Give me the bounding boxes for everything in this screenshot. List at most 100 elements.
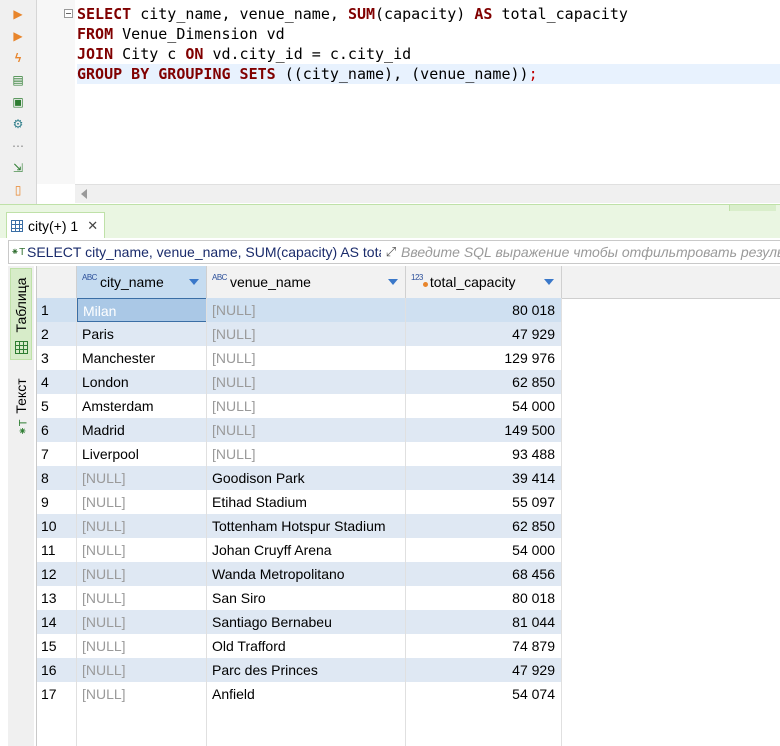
filter-query-text[interactable]: SELECT city_name, venue_name, SUM(capaci…: [27, 244, 381, 260]
results-grid[interactable]: ABC city_name ABC venue_name 123 total_capaci…: [36, 266, 780, 746]
scroll-left-icon[interactable]: [81, 189, 87, 199]
table-cell[interactable]: [NULL]: [77, 634, 207, 658]
row-number-cell[interactable]: 13: [37, 586, 77, 610]
table-row[interactable]: 15 [NULL] Old Trafford 74 879: [37, 634, 780, 658]
table-cell[interactable]: [NULL]: [207, 394, 406, 418]
row-number-cell[interactable]: 10: [37, 514, 77, 538]
row-number-cell[interactable]: 15: [37, 634, 77, 658]
table-cell[interactable]: [NULL]: [207, 298, 406, 322]
table-cell[interactable]: 93 488: [406, 442, 562, 466]
tab-results[interactable]: city(+) 1 ✕: [6, 212, 106, 238]
settings-icon[interactable]: ⚙: [10, 116, 26, 132]
tab-table-view[interactable]: Таблица: [10, 268, 32, 360]
row-number-cell[interactable]: 16: [37, 658, 77, 682]
editor-horizontal-scrollbar[interactable]: [75, 184, 780, 203]
table-cell[interactable]: 54 074: [406, 682, 562, 706]
table-cell[interactable]: [NULL]: [77, 682, 207, 706]
table-cell[interactable]: 129 976: [406, 346, 562, 370]
filter-icon[interactable]: ⁕T: [9, 247, 27, 258]
table-row[interactable]: 1 Milan [NULL] 80 018: [37, 298, 780, 322]
table-cell[interactable]: 47 929: [406, 658, 562, 682]
table-row[interactable]: 17 [NULL] Anfield 54 074: [37, 682, 780, 706]
table-cell[interactable]: 54 000: [406, 538, 562, 562]
table-cell[interactable]: 62 850: [406, 370, 562, 394]
code-line[interactable]: FROM Venue_Dimension vd: [77, 24, 780, 44]
table-row[interactable]: 14 [NULL] Santiago Bernabeu 81 044: [37, 610, 780, 634]
table-cell[interactable]: 47 929: [406, 322, 562, 346]
table-cell[interactable]: [NULL]: [77, 658, 207, 682]
table-row[interactable]: 4 London [NULL] 62 850: [37, 370, 780, 394]
table-cell[interactable]: Wanda Metropolitano: [207, 562, 406, 586]
table-cell[interactable]: Johan Cruyff Arena: [207, 538, 406, 562]
row-number-cell[interactable]: 2: [37, 322, 77, 346]
table-cell[interactable]: [NULL]: [77, 562, 207, 586]
filter-bar[interactable]: ⁕T SELECT city_name, venue_name, SUM(cap…: [8, 240, 780, 264]
table-cell[interactable]: 80 018: [406, 298, 562, 322]
new-script-icon[interactable]: ▯: [10, 182, 26, 198]
row-number-cell[interactable]: 4: [37, 370, 77, 394]
table-cell[interactable]: 81 044: [406, 610, 562, 634]
table-row[interactable]: 13 [NULL] San Siro 80 018: [37, 586, 780, 610]
execute-script-icon[interactable]: ▶: [10, 28, 26, 44]
table-row[interactable]: 8 [NULL] Goodison Park 39 414: [37, 466, 780, 490]
table-cell[interactable]: 74 879: [406, 634, 562, 658]
row-number-cell[interactable]: 7: [37, 442, 77, 466]
table-cell[interactable]: [NULL]: [207, 322, 406, 346]
table-cell[interactable]: 68 456: [406, 562, 562, 586]
table-cell[interactable]: [NULL]: [207, 442, 406, 466]
table-cell[interactable]: [NULL]: [207, 418, 406, 442]
table-row[interactable]: 10 [NULL] Tottenham Hotspur Stadium 62 850: [37, 514, 780, 538]
row-number-cell[interactable]: 6: [37, 418, 77, 442]
table-cell[interactable]: Etihad Stadium: [207, 490, 406, 514]
fold-toggle-icon[interactable]: [64, 9, 73, 18]
table-cell[interactable]: 62 850: [406, 514, 562, 538]
explain-icon[interactable]: ϟ: [10, 50, 26, 66]
table-row[interactable]: 11 [NULL] Johan Cruyff Arena 54 000: [37, 538, 780, 562]
table-cell[interactable]: London: [77, 370, 207, 394]
table-cell[interactable]: 80 018: [406, 586, 562, 610]
table-cell[interactable]: Milan: [77, 298, 207, 322]
sort-icon[interactable]: [544, 279, 554, 285]
table-cell[interactable]: Manchester: [77, 346, 207, 370]
splitter-handle[interactable]: [729, 205, 776, 211]
table-row[interactable]: 5 Amsterdam [NULL] 54 000: [37, 394, 780, 418]
table-row[interactable]: 6 Madrid [NULL] 149 500: [37, 418, 780, 442]
sql-editor[interactable]: SELECT city_name, venue_name, SUM(capaci…: [37, 0, 780, 206]
column-header-total-capacity[interactable]: 123 total_capacity: [406, 266, 562, 298]
table-cell[interactable]: Madrid: [77, 418, 207, 442]
row-number-cell[interactable]: 3: [37, 346, 77, 370]
row-number-cell[interactable]: 14: [37, 610, 77, 634]
table-cell[interactable]: San Siro: [207, 586, 406, 610]
sql-code[interactable]: SELECT city_name, venue_name, SUM(capaci…: [77, 4, 780, 84]
table-cell[interactable]: Santiago Bernabeu: [207, 610, 406, 634]
code-line[interactable]: SELECT city_name, venue_name, SUM(capaci…: [77, 4, 780, 24]
table-cell[interactable]: [NULL]: [77, 514, 207, 538]
more-icon[interactable]: ⋯: [10, 138, 26, 154]
table-cell[interactable]: Amsterdam: [77, 394, 207, 418]
export-icon[interactable]: ⇲: [10, 160, 26, 176]
table-cell[interactable]: [NULL]: [77, 466, 207, 490]
table-row[interactable]: 12 [NULL] Wanda Metropolitano 68 456: [37, 562, 780, 586]
table-cell[interactable]: [NULL]: [207, 346, 406, 370]
table-cell[interactable]: [NULL]: [77, 586, 207, 610]
table-cell[interactable]: 55 097: [406, 490, 562, 514]
execute-icon[interactable]: ▶: [10, 6, 26, 22]
row-number-cell[interactable]: 11: [37, 538, 77, 562]
table-cell[interactable]: Paris: [77, 322, 207, 346]
table-cell[interactable]: [NULL]: [207, 370, 406, 394]
column-header-city-name[interactable]: ABC city_name: [77, 266, 207, 298]
table-cell[interactable]: 54 000: [406, 394, 562, 418]
table-row[interactable]: 2 Paris [NULL] 47 929: [37, 322, 780, 346]
row-number-cell[interactable]: 1: [37, 298, 77, 322]
filter-input[interactable]: Введите SQL выражение чтобы отфильтроват…: [401, 244, 780, 260]
row-number-header[interactable]: [37, 266, 77, 298]
row-number-cell[interactable]: 12: [37, 562, 77, 586]
table-row[interactable]: 16 [NULL] Parc des Princes 47 929: [37, 658, 780, 682]
table-row[interactable]: 9 [NULL] Etihad Stadium 55 097: [37, 490, 780, 514]
table-cell[interactable]: [NULL]: [77, 610, 207, 634]
row-number-cell[interactable]: 17: [37, 682, 77, 706]
sort-icon[interactable]: [189, 279, 199, 285]
row-number-cell[interactable]: 8: [37, 466, 77, 490]
row-number-cell[interactable]: 9: [37, 490, 77, 514]
load-icon[interactable]: ▤: [10, 72, 26, 88]
